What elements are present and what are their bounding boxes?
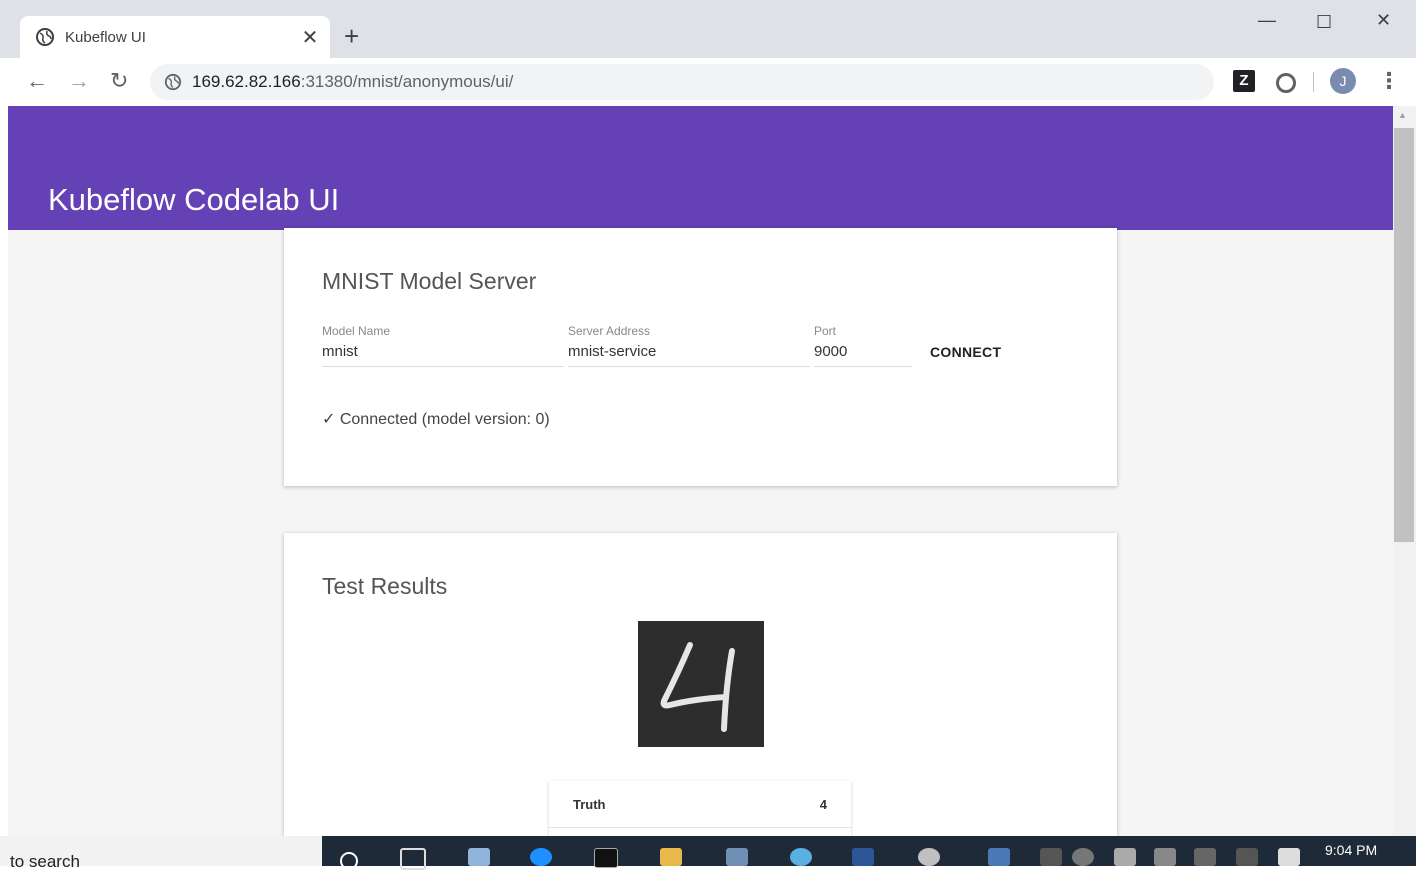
test-results-card: Test Results Truth 4 bbox=[284, 533, 1117, 836]
terminal-icon[interactable] bbox=[594, 848, 618, 868]
toolbar-divider bbox=[1313, 72, 1314, 92]
truth-value: 4 bbox=[819, 796, 827, 812]
globe-icon bbox=[36, 28, 54, 46]
taskbar-search-box[interactable]: to search bbox=[0, 836, 322, 871]
file-explorer-icon[interactable] bbox=[660, 848, 682, 866]
port-input[interactable]: 9000 bbox=[814, 343, 912, 360]
scroll-up-arrow-icon[interactable]: ▲ bbox=[1398, 110, 1407, 120]
page-viewport: Kubeflow Codelab UI MNIST Model Server M… bbox=[8, 106, 1393, 836]
scrollbar-thumb[interactable] bbox=[1394, 128, 1414, 542]
volume-muted-icon[interactable] bbox=[1194, 848, 1216, 866]
paint-icon[interactable] bbox=[918, 848, 940, 866]
taskbar-search-text: to search bbox=[10, 852, 80, 871]
url-host: 169.62.82.166 bbox=[192, 72, 301, 91]
server-address-label: Server Address bbox=[568, 324, 651, 338]
new-tab-button[interactable]: + bbox=[344, 22, 359, 50]
model-name-field[interactable]: Model Name mnist bbox=[322, 324, 564, 367]
browser-tab[interactable]: Kubeflow UI ✕ bbox=[20, 16, 330, 58]
url-text: 169.62.82.166:31380/mnist/anonymous/ui/ bbox=[192, 72, 513, 92]
app-title: Kubeflow Codelab UI bbox=[48, 182, 340, 217]
site-info-icon[interactable] bbox=[164, 73, 182, 91]
more-menu-icon[interactable]: ⋮ bbox=[1378, 66, 1400, 96]
url-path: :31380/mnist/anonymous/ui/ bbox=[300, 72, 514, 91]
app-header: Kubeflow Codelab UI bbox=[8, 106, 1393, 230]
profile-avatar[interactable]: J bbox=[1330, 68, 1356, 94]
port-label: Port bbox=[814, 324, 837, 338]
model-server-title: MNIST Model Server bbox=[322, 268, 537, 294]
back-arrow-icon[interactable]: ← bbox=[26, 68, 48, 94]
task-view-icon[interactable] bbox=[400, 848, 426, 870]
model-server-card: MNIST Model Server Model Name mnist Serv… bbox=[284, 228, 1117, 486]
connection-status: ✓ Connected (model version: 0) bbox=[322, 411, 550, 428]
model-name-input[interactable]: mnist bbox=[322, 343, 564, 360]
server-address-input[interactable]: mnist-service bbox=[568, 343, 810, 360]
app-flower-icon[interactable] bbox=[790, 848, 812, 866]
window-close-icon[interactable]: ✕ bbox=[1376, 10, 1391, 31]
chrome-taskbar-icon[interactable] bbox=[726, 848, 748, 866]
edge-browser-icon[interactable] bbox=[530, 848, 552, 866]
tray-sync-icon[interactable] bbox=[1114, 848, 1136, 866]
port-field[interactable]: Port 9000 bbox=[814, 324, 912, 367]
network-icon[interactable] bbox=[1040, 848, 1062, 866]
taskbar-clock[interactable]: 9:04 PM bbox=[1325, 842, 1377, 858]
word-icon[interactable] bbox=[852, 848, 874, 866]
cortana-icon[interactable] bbox=[340, 852, 358, 870]
test-results-title: Test Results bbox=[322, 573, 448, 599]
address-bar[interactable]: 169.62.82.166:31380/mnist/anonymous/ui/ bbox=[150, 64, 1214, 100]
minimize-icon[interactable]: — bbox=[1258, 10, 1276, 31]
tray-app-icon[interactable] bbox=[1072, 848, 1094, 866]
model-name-label: Model Name bbox=[322, 324, 391, 338]
z-extension-icon[interactable]: Z bbox=[1233, 70, 1255, 92]
reload-icon[interactable]: ↻ bbox=[110, 68, 128, 94]
server-address-field[interactable]: Server Address mnist-service bbox=[568, 324, 810, 367]
table-row: Truth 4 bbox=[549, 781, 851, 828]
tab-close-icon[interactable]: ✕ bbox=[296, 25, 324, 50]
security-shield-icon[interactable] bbox=[1278, 848, 1300, 866]
battery-icon[interactable] bbox=[1154, 848, 1176, 866]
truth-label: Truth bbox=[573, 796, 606, 812]
mail-icon[interactable] bbox=[988, 848, 1010, 866]
results-table: Truth 4 bbox=[549, 781, 851, 836]
connect-button[interactable]: CONNECT bbox=[930, 344, 1001, 360]
tray-device-icon[interactable] bbox=[1236, 848, 1258, 866]
maximize-icon[interactable]: ☐ bbox=[1316, 12, 1332, 33]
forward-arrow-icon[interactable]: → bbox=[68, 68, 90, 94]
tab-title: Kubeflow UI bbox=[65, 28, 146, 46]
digit-image bbox=[638, 621, 764, 747]
pen-app-icon[interactable] bbox=[468, 848, 490, 866]
extension-ring-icon[interactable] bbox=[1276, 73, 1296, 93]
